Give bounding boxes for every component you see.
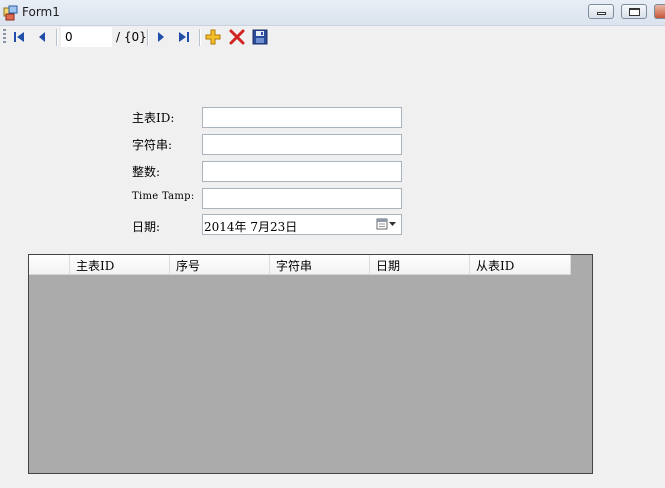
maximize-icon (629, 8, 640, 16)
toolbar-separator (147, 29, 149, 46)
move-next-icon (158, 32, 164, 42)
master-id-label: 主表ID: (132, 111, 175, 125)
save-button[interactable] (251, 28, 269, 46)
integer-label: 整数: (132, 165, 161, 179)
grid-header-row: 主表ID 序号 字符串 日期 从表ID (29, 255, 571, 275)
date-picker[interactable]: 2014年 7月23日 (202, 214, 402, 235)
count-label: / {0} (116, 30, 147, 44)
add-new-icon (205, 29, 221, 45)
column-header[interactable]: 字符串 (270, 255, 370, 274)
position-input[interactable] (61, 27, 112, 47)
string-input[interactable] (202, 134, 402, 155)
save-icon (252, 29, 268, 45)
master-id-input[interactable] (202, 107, 402, 128)
detail-data-grid[interactable]: 主表ID 序号 字符串 日期 从表ID (28, 254, 593, 474)
delete-button[interactable] (228, 28, 246, 46)
string-label: 字符串: (132, 138, 173, 152)
maximize-button[interactable] (621, 4, 647, 19)
delete-icon (229, 29, 245, 45)
column-header[interactable]: 主表ID (70, 255, 170, 274)
date-label: 日期: (132, 220, 161, 234)
add-new-button[interactable] (204, 28, 222, 46)
calendar-dropdown-icon (376, 218, 396, 230)
toolbar-separator (56, 29, 58, 46)
move-last-button[interactable] (175, 28, 193, 46)
move-previous-button[interactable] (33, 28, 51, 46)
move-last-icon (179, 32, 189, 42)
move-previous-icon (39, 32, 45, 42)
minimize-icon (597, 12, 606, 15)
move-next-button[interactable] (152, 28, 170, 46)
timestamp-label: Time Tamp: (132, 191, 195, 202)
column-header[interactable]: 从表ID (470, 255, 571, 274)
toolbar-separator (199, 29, 201, 46)
minimize-button[interactable] (588, 4, 614, 19)
title-bar[interactable]: Form1 (0, 0, 665, 26)
move-first-button[interactable] (10, 28, 28, 46)
column-header[interactable]: 日期 (370, 255, 470, 274)
window-title: Form1 (22, 5, 60, 19)
timestamp-input[interactable] (202, 188, 402, 209)
column-header[interactable]: 序号 (170, 255, 270, 274)
calendar-dropdown-button[interactable] (375, 217, 399, 232)
row-header-corner[interactable] (29, 255, 70, 274)
binding-navigator: / {0} (0, 26, 665, 48)
form-app-icon (3, 5, 19, 21)
integer-input[interactable] (202, 161, 402, 182)
close-button[interactable] (654, 4, 665, 19)
toolbar-grip[interactable] (3, 29, 6, 45)
move-first-icon (14, 32, 24, 42)
date-value[interactable]: 2014年 7月23日 (204, 218, 297, 235)
